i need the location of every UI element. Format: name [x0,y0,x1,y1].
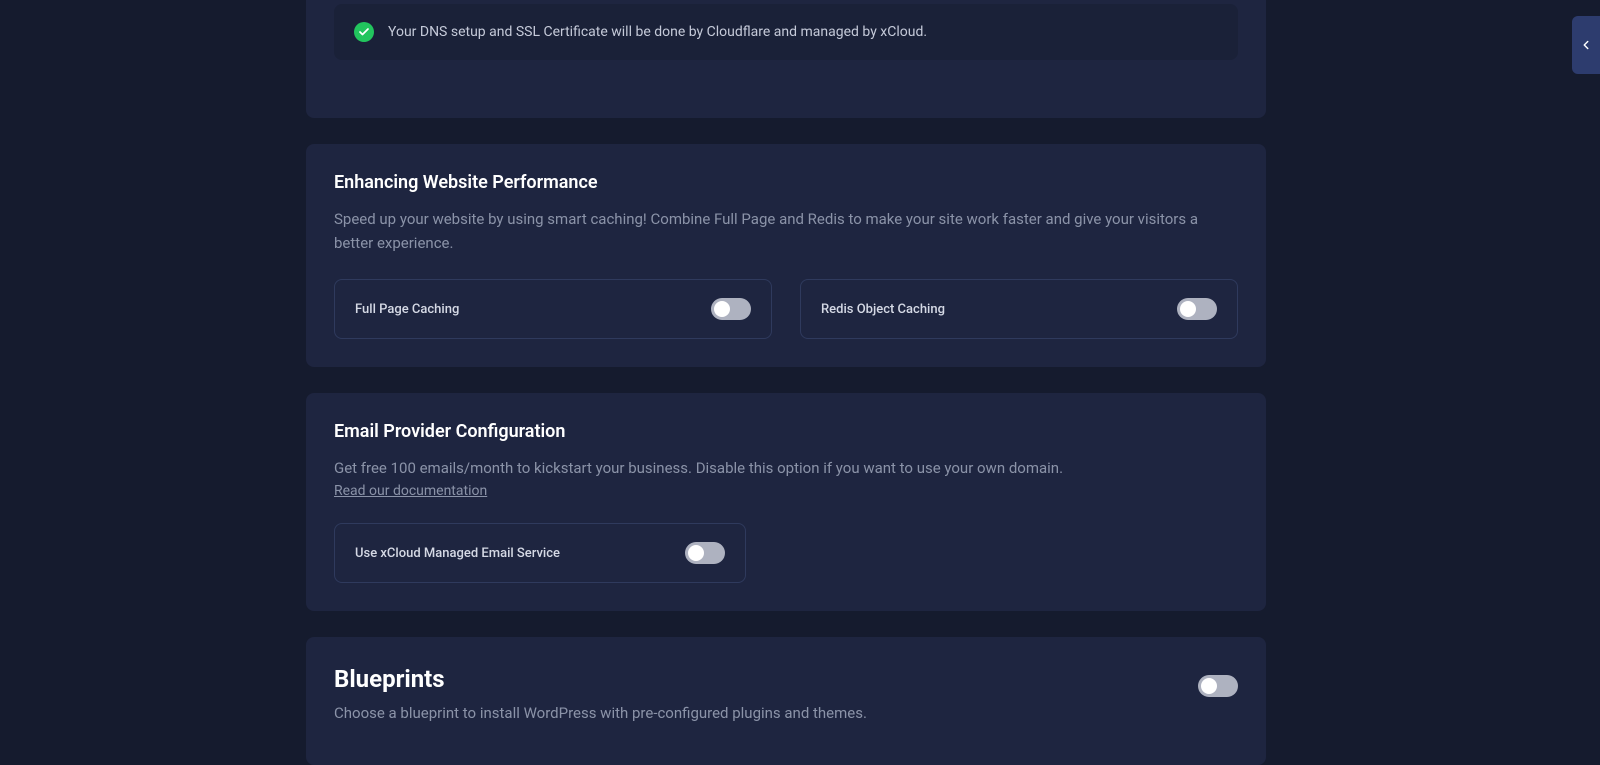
chevron-left-icon [1579,38,1593,52]
performance-toggles-row: Full Page Caching Redis Object Caching [334,279,1238,339]
full-page-caching-toggle[interactable] [711,298,751,320]
email-description: Get free 100 emails/month to kickstart y… [334,456,1238,480]
email-toggle-label: Use xCloud Managed Email Service [355,546,560,561]
redis-caching-label: Redis Object Caching [821,302,945,317]
toggle-knob [714,301,730,317]
full-page-caching-box: Full Page Caching [334,279,772,339]
toggle-knob [1201,678,1217,694]
performance-card: Enhancing Website Performance Speed up y… [306,144,1266,367]
blueprints-card: Blueprints Choose a blueprint to install… [306,637,1266,765]
performance-description: Speed up your website by using smart cac… [334,207,1238,255]
email-card: Email Provider Configuration Get free 10… [306,393,1266,611]
toggle-knob [1180,301,1196,317]
full-page-caching-label: Full Page Caching [355,302,459,317]
blueprints-text: Blueprints Choose a blueprint to install… [334,665,1198,725]
performance-title: Enhancing Website Performance [334,172,1238,193]
dns-info-text: Your DNS setup and SSL Certificate will … [388,24,927,40]
dns-info-banner: Your DNS setup and SSL Certificate will … [334,4,1238,60]
redis-caching-box: Redis Object Caching [800,279,1238,339]
email-doc-link[interactable]: Read our documentation [334,483,487,499]
dns-card: Your DNS setup and SSL Certificate will … [306,0,1266,118]
blueprints-description: Choose a blueprint to install WordPress … [334,701,1198,725]
blueprints-title: Blueprints [334,665,1198,693]
sidebar-collapse-tab[interactable] [1572,16,1600,74]
check-circle-icon [354,22,374,42]
toggle-knob [688,545,704,561]
email-title: Email Provider Configuration [334,421,1238,442]
blueprints-header: Blueprints Choose a blueprint to install… [334,665,1238,725]
redis-caching-toggle[interactable] [1177,298,1217,320]
email-toggle[interactable] [685,542,725,564]
email-toggle-box: Use xCloud Managed Email Service [334,523,746,583]
blueprints-toggle[interactable] [1198,675,1238,697]
